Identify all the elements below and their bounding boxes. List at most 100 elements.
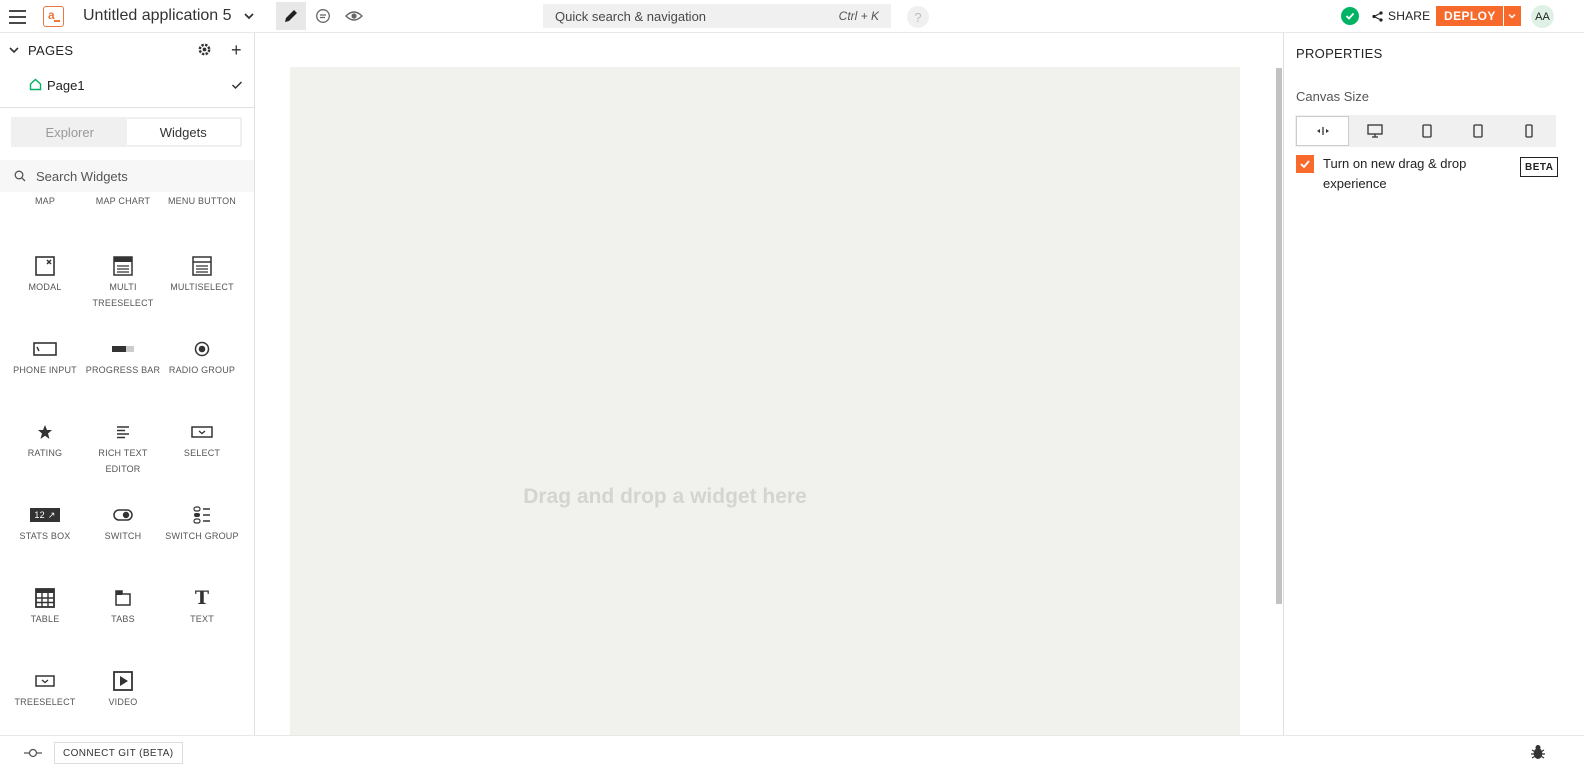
widget-switch[interactable]: SWITCH [85,504,161,544]
widget-text[interactable]: T TEXT [164,587,240,627]
user-avatar[interactable]: AA [1531,5,1554,28]
select-icon [191,426,213,438]
widget-label: VIDEO [108,697,138,707]
tabs-icon [115,590,131,606]
left-sidebar: PAGES + Page1 Explorer Widgets Search Wi… [0,33,255,735]
rich-text-icon [117,426,129,439]
hamburger-menu-icon[interactable] [9,10,26,24]
bug-icon[interactable] [1529,743,1547,761]
tab-explorer[interactable]: Explorer [13,119,127,145]
app-logo[interactable]: a [43,6,64,27]
widget-label: PROGRESS BAR [85,365,161,375]
beta-badge: BETA [1520,157,1559,177]
size-option-mobile[interactable] [1504,116,1555,146]
connect-git-button[interactable]: CONNECT GIT (BETA) [54,742,183,764]
share-button[interactable]: SHARE [1372,9,1430,23]
star-icon [38,425,52,439]
preview-mode-button[interactable] [339,2,369,30]
tablet-icon [1473,124,1483,138]
canvas-dropzone[interactable]: Drag and drop a widget here [290,67,1240,735]
stats-box-number: 12 [34,510,45,520]
widget-tabs[interactable]: TABS [85,587,161,627]
pages-header: PAGES + [0,33,254,68]
chevron-down-icon[interactable] [243,10,255,22]
top-bar: a Untitled application 5 Quick search & … [0,0,1584,33]
widget-switch-group[interactable]: SWITCH GROUP [164,504,240,544]
help-icon[interactable]: ? [907,6,929,28]
size-option-desktop[interactable] [1349,116,1400,146]
widget-progress-bar[interactable]: PROGRESS BAR [85,338,161,378]
drag-drop-label[interactable]: Turn on new drag & drop experience [1323,154,1498,194]
canvas-empty-hint: Drag and drop a widget here [523,485,807,508]
widget-map-chart[interactable]: MAP CHART [85,195,161,209]
page-item[interactable]: Page1 [0,70,254,100]
bottom-bar: CONNECT GIT (BETA) [0,736,1584,776]
widget-stats-box[interactable]: 12 ↗ STATS BOX [7,504,83,544]
search-widgets-input[interactable]: Search Widgets [0,160,254,192]
desktop-icon [1367,124,1383,138]
widget-table[interactable]: TABLE [7,587,83,627]
share-label: SHARE [1388,9,1431,23]
collapse-chevron-icon[interactable] [8,44,20,56]
widget-rich-text-editor[interactable]: RICH TEXT EDITOR [85,421,161,477]
eye-icon [345,11,363,21]
widget-rating[interactable]: RATING [7,421,83,461]
pages-label: PAGES [28,43,74,58]
widget-label: PHONE INPUT [13,365,77,375]
size-option-tablet[interactable] [1452,116,1503,146]
comment-icon [316,9,330,23]
explorer-widgets-toggle: Explorer Widgets [11,117,242,147]
widget-label: TREESELECT [14,697,76,707]
canvas-size-selector [1295,115,1556,147]
deploy-options-chevron-icon[interactable] [1502,6,1521,26]
divider [0,107,254,108]
app-title[interactable]: Untitled application 5 [83,7,232,25]
size-option-fluid[interactable] [1296,116,1350,146]
widget-label: RICH TEXT EDITOR [98,448,148,474]
treeselect-icon [35,675,55,687]
widget-radio-group[interactable]: RADIO GROUP [164,338,240,378]
home-icon [29,78,42,91]
canvas-size-label: Canvas Size [1296,89,1369,104]
widget-label: MODAL [28,282,62,292]
widget-label: MULTISELECT [170,282,234,292]
search-shortcut: Ctrl + K [838,9,879,23]
search-placeholder: Quick search & navigation [555,8,707,24]
add-page-icon[interactable]: + [231,40,242,61]
gear-icon[interactable] [197,42,212,57]
tablet-landscape-icon [1421,124,1432,138]
quick-search-input[interactable]: Quick search & navigation Ctrl + K [543,4,891,28]
table-icon [35,588,55,608]
widget-label: SWITCH [104,531,142,541]
drag-drop-checkbox[interactable] [1296,155,1314,173]
check-icon [231,81,243,90]
search-widgets-placeholder: Search Widgets [36,168,128,184]
widget-label: RADIO GROUP [168,365,236,375]
tab-widgets[interactable]: Widgets [126,119,240,145]
widget-multiselect[interactable]: MULTISELECT [164,255,240,295]
widget-multi-treeselect[interactable]: MULTI TREESELECT [85,255,161,311]
widget-map[interactable]: MAP [7,195,83,209]
edit-mode-button[interactable] [276,2,306,30]
stats-box-icon: 12 ↗ [30,508,60,522]
canvas-area: Drag and drop a widget here [255,33,1283,735]
pencil-icon [285,10,297,22]
size-option-tablet-landscape[interactable] [1401,116,1452,146]
widget-select[interactable]: SELECT [164,421,240,461]
widget-treeselect[interactable]: TREESELECT [7,670,83,710]
comment-mode-button[interactable] [308,2,338,30]
search-icon [14,170,26,182]
canvas-scrollbar[interactable] [1276,68,1282,604]
radio-group-icon [194,341,210,357]
widget-label: SELECT [183,448,221,458]
widget-video[interactable]: VIDEO [85,670,161,710]
widget-menu-button[interactable]: MENU BUTTON [164,195,240,209]
mobile-icon [1525,124,1533,138]
widget-grid: MAP MAP CHART MENU BUTTON MODAL MULTI TR… [0,195,254,735]
widget-modal[interactable]: MODAL [7,255,83,295]
widget-label: STATS BOX [19,531,71,541]
multi-treeselect-icon [113,256,133,276]
deploy-button[interactable]: DEPLOY [1436,6,1521,26]
phone-input-icon [33,342,57,356]
widget-phone-input[interactable]: PHONE INPUT [7,338,83,378]
